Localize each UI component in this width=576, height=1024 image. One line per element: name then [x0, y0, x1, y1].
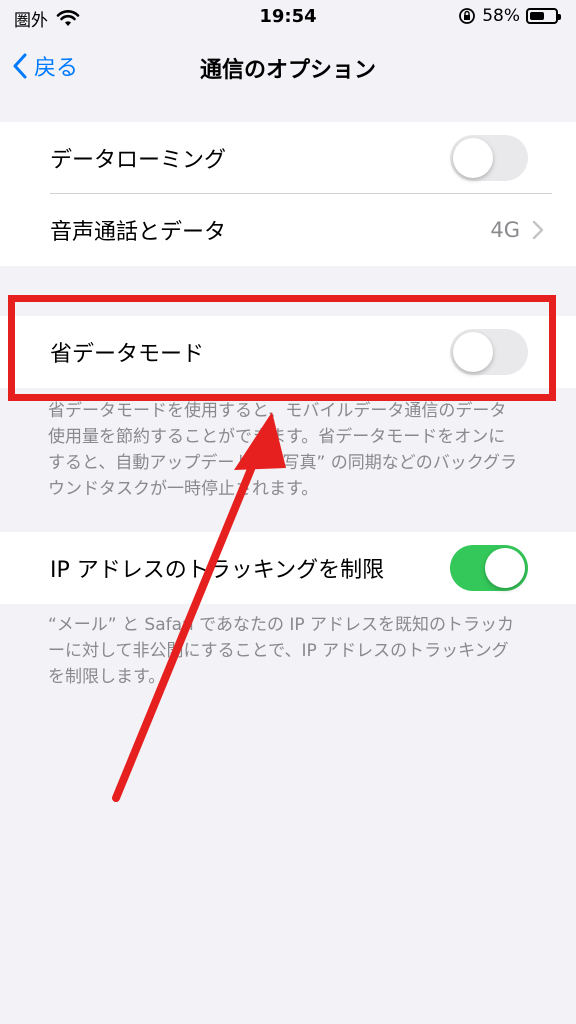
annotation-arrow: [112, 412, 286, 802]
